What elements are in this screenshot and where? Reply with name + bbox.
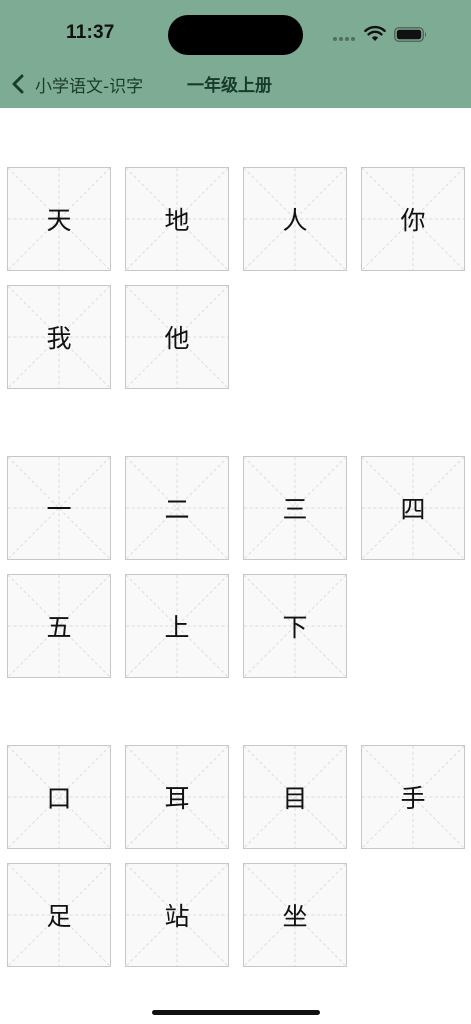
character-label: 五 [46,613,72,642]
character-cell[interactable]: 坐 [243,863,347,967]
character-label: 耳 [164,784,190,813]
character-group-3: 口 耳 目 手足 站 坐 [7,745,467,967]
character-cell[interactable]: 足 [7,863,111,967]
back-button-label: 小学语文-识字 [35,76,144,97]
character-label: 我 [46,324,72,353]
character-cell[interactable]: 三 [243,456,347,560]
character-cell[interactable]: 目 [243,745,347,849]
character-label: 地 [164,206,190,235]
character-cell[interactable]: 下 [243,574,347,678]
character-cell[interactable]: 二 [125,456,229,560]
character-group-2: 一 二 三 四五 上 下 [7,456,467,678]
character-cell[interactable]: 他 [125,285,229,389]
character-label: 目 [282,784,308,813]
character-label: 天 [46,206,72,235]
back-button[interactable]: 小学语文-识字 [10,70,143,98]
character-cell[interactable]: 耳 [125,745,229,849]
character-cell[interactable]: 上 [125,574,229,678]
character-cell[interactable]: 我 [7,285,111,389]
character-label: 站 [164,902,190,931]
character-label: 口 [46,784,72,813]
character-label: 下 [282,613,308,642]
character-grid: 一 二 三 四五 上 下 [7,456,467,678]
cellular-signal-icon [333,37,355,41]
character-grid: 天 地 人 你我 他 [7,167,467,389]
character-cell[interactable]: 一 [7,456,111,560]
character-label: 三 [282,495,308,524]
character-grid: 口 耳 目 手足 站 坐 [7,745,467,967]
top-bar: 11:37 小学语文-识字 一年级上册 [0,0,471,108]
status-time: 11:37 [66,22,115,43]
character-group-1: 天 地 人 你我 他 [7,167,467,389]
character-label: 二 [164,495,190,524]
character-label: 手 [400,784,426,813]
battery-icon [394,27,427,42]
home-indicator [152,1010,320,1015]
character-label: 他 [164,324,190,353]
dynamic-island [168,15,303,55]
chevron-left-icon [12,74,24,94]
character-cell[interactable]: 手 [361,745,465,849]
wifi-icon [364,25,386,41]
character-label: 坐 [282,902,308,931]
character-cell[interactable]: 站 [125,863,229,967]
character-cell[interactable]: 地 [125,167,229,271]
character-cell[interactable]: 四 [361,456,465,560]
character-label: 上 [164,613,190,642]
character-cell[interactable]: 五 [7,574,111,678]
character-cell[interactable]: 人 [243,167,347,271]
character-cell[interactable]: 你 [361,167,465,271]
character-label: 足 [46,902,72,931]
character-label: 一 [46,495,72,524]
page-title: 一年级上册 [187,76,272,96]
character-label: 人 [282,206,308,235]
character-label: 你 [400,206,426,235]
character-label: 四 [400,495,426,524]
character-cell[interactable]: 天 [7,167,111,271]
character-cell[interactable]: 口 [7,745,111,849]
